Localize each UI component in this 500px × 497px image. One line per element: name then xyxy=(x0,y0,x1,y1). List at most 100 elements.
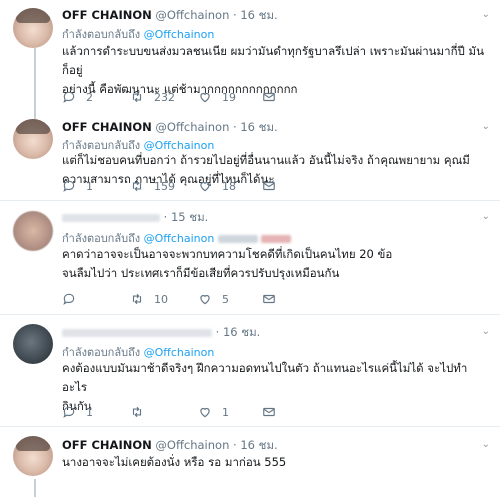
redacted-mention xyxy=(217,235,258,243)
envelope-icon xyxy=(263,294,275,304)
like-button[interactable]: 18 xyxy=(198,179,236,193)
heart-icon xyxy=(200,407,210,418)
message-button[interactable] xyxy=(262,179,276,193)
retweet-button[interactable]: 232 xyxy=(130,90,175,104)
tweet-text-line: ความสามารถ ภาษาได้ คุณอยู่ที่ไหนก็ได้นะ xyxy=(62,172,275,186)
tweet-1[interactable]: OFF CHAINON @Offchainon · 16 ชม. ⌄ กำลัง… xyxy=(0,0,500,111)
username[interactable]: @Offchainon xyxy=(155,438,229,452)
separator-dot: · xyxy=(233,438,237,452)
separator-dot: · xyxy=(233,120,237,134)
separator-dot: · xyxy=(233,8,237,22)
heart-icon xyxy=(200,294,210,305)
separator-dot: · xyxy=(215,325,220,339)
tweet-text-line: อย่างนี้ คือพัฒนานะ แต่ช้ามากกกกกกกกกกกก… xyxy=(62,82,298,96)
thread-line xyxy=(34,48,36,111)
reply-icon xyxy=(63,406,75,418)
tweet-text-line: จนลืมไปว่า ประเทศเราก็มีข้อเสียที่ควรปรั… xyxy=(62,266,340,280)
tweet-text: คาดว่าอาจจะเป็นอาจจะพวกบทความโชคดีที่เกิ… xyxy=(62,245,490,283)
retweet-count: 232 xyxy=(154,90,175,104)
avatar[interactable] xyxy=(13,211,53,251)
reply-icon xyxy=(63,293,75,305)
avatar[interactable] xyxy=(13,436,53,476)
chevron-down-icon[interactable]: ⌄ xyxy=(482,326,490,337)
retweet-count: 10 xyxy=(154,292,168,306)
tweet-4[interactable]: · 16 ชม. ⌄ กำลังตอบกลับถึง @Offchainon ค… xyxy=(0,315,500,426)
retweet-button[interactable]: 159 xyxy=(130,179,175,193)
tweet-text: แล้วการดำระบบขนส่งมวลชนเนีย ผมว่ามันดำทุ… xyxy=(62,42,490,99)
chevron-down-icon[interactable]: ⌄ xyxy=(482,211,490,222)
tweet-header: OFF CHAINON @Offchainon · 16 ชม. xyxy=(62,119,278,137)
like-count: 1 xyxy=(222,405,229,419)
chevron-down-icon[interactable]: ⌄ xyxy=(482,121,490,132)
reply-button[interactable]: 2 xyxy=(62,90,93,104)
tweet-text-line: นางอาจจะไม่เคยต้องนั่ง หรือ รอ มาก่อน 55… xyxy=(62,455,287,469)
avatar[interactable] xyxy=(13,119,53,159)
timestamp[interactable]: 16 ชม. xyxy=(240,8,277,22)
mention-link[interactable]: @Offchainon xyxy=(144,28,215,41)
reply-button[interactable]: 1 xyxy=(62,179,93,193)
timestamp[interactable]: 16 ชม. xyxy=(240,438,277,452)
thread-line xyxy=(34,111,36,119)
retweet-button[interactable]: 10 xyxy=(130,292,168,306)
tweet-text: คงต้องแบบมันมาช้าดีจริงๆ ฝึกความอดทนไปใน… xyxy=(62,359,490,416)
chevron-down-icon[interactable]: ⌄ xyxy=(482,9,490,20)
display-name[interactable]: OFF CHAINON xyxy=(62,8,152,22)
thread-line xyxy=(34,479,36,497)
retweet-icon xyxy=(132,293,142,305)
tweet-2[interactable]: OFF CHAINON @Offchainon · 16 ชม. ⌄ กำลัง… xyxy=(0,111,500,200)
tweet-text: นางอาจจะไม่เคยต้องนั่ง หรือ รอ มาก่อน 55… xyxy=(62,453,490,472)
heart-icon xyxy=(200,181,210,192)
reply-count: 1 xyxy=(86,405,93,419)
replying-to-label: กำลังตอบกลับถึง xyxy=(62,232,141,245)
like-button[interactable]: 1 xyxy=(198,405,229,419)
replying-to-label: กำลังตอบกลับถึง xyxy=(62,28,141,41)
avatar[interactable] xyxy=(13,8,53,48)
retweet-count: 159 xyxy=(154,179,175,193)
tweet-text-line: คงต้องแบบมันมาช้าดีจริงๆ ฝึกความอดทนไปใน… xyxy=(62,361,468,394)
like-button[interactable]: 19 xyxy=(198,90,236,104)
envelope-icon xyxy=(263,92,275,102)
retweet-icon xyxy=(132,406,142,418)
like-count: 18 xyxy=(222,179,236,193)
display-name[interactable]: OFF CHAINON xyxy=(62,438,152,452)
timestamp[interactable]: 15 ชม. xyxy=(171,210,208,224)
username[interactable]: @Offchainon xyxy=(155,8,229,22)
tweet-text-line: คาดว่าอาจจะเป็นอาจจะพวกบทความโชคดีที่เกิ… xyxy=(62,247,393,261)
message-button[interactable] xyxy=(262,292,276,306)
tweet-text: แต่ก็ไม่ชอบคนที่บอกว่า ถ้ารวยไปอยู่ที่อื… xyxy=(62,151,490,189)
heart-icon xyxy=(200,92,210,103)
timestamp[interactable]: 16 ชม. xyxy=(240,120,277,134)
separator-dot: · xyxy=(163,210,168,224)
chevron-down-icon[interactable]: ⌄ xyxy=(482,439,490,450)
mention-link[interactable]: @Offchainon xyxy=(144,346,215,359)
reply-icon xyxy=(63,91,75,103)
message-button[interactable] xyxy=(262,90,276,104)
display-name[interactable]: OFF CHAINON xyxy=(62,120,152,134)
redacted-mention xyxy=(261,235,292,243)
envelope-icon xyxy=(263,407,275,417)
tweet-header: OFF CHAINON @Offchainon · 16 ชม. xyxy=(62,7,278,25)
redacted-display-name xyxy=(62,328,212,337)
username[interactable]: @Offchainon xyxy=(155,120,229,134)
tweet-header: · 16 ชม. xyxy=(62,324,260,342)
message-button[interactable] xyxy=(262,405,276,419)
reply-count: 2 xyxy=(86,90,93,104)
like-count: 5 xyxy=(222,292,229,306)
reply-icon xyxy=(63,180,75,192)
like-count: 19 xyxy=(222,90,236,104)
like-button[interactable]: 5 xyxy=(198,292,229,306)
tweet-3[interactable]: · 15 ชม. ⌄ กำลังตอบกลับถึง @Offchainon ค… xyxy=(0,201,500,314)
avatar[interactable] xyxy=(13,324,53,364)
tweet-5[interactable]: OFF CHAINON @Offchainon · 16 ชม. ⌄ นางอา… xyxy=(0,427,500,497)
envelope-icon xyxy=(263,181,275,191)
replying-to: กำลังตอบกลับถึง @Offchainon xyxy=(62,25,214,43)
retweet-button[interactable] xyxy=(130,405,154,419)
reply-count: 1 xyxy=(86,179,93,193)
retweet-icon xyxy=(132,180,142,192)
tweet-text-line: แต่ก็ไม่ชอบคนที่บอกว่า ถ้ารวยไปอยู่ที่อื… xyxy=(62,153,470,167)
reply-button[interactable] xyxy=(62,292,86,306)
reply-button[interactable]: 1 xyxy=(62,405,93,419)
timestamp[interactable]: 16 ชม. xyxy=(223,325,260,339)
tweet-text-line: กินกัน xyxy=(62,399,92,413)
mention-link[interactable]: @Offchainon xyxy=(144,232,215,245)
